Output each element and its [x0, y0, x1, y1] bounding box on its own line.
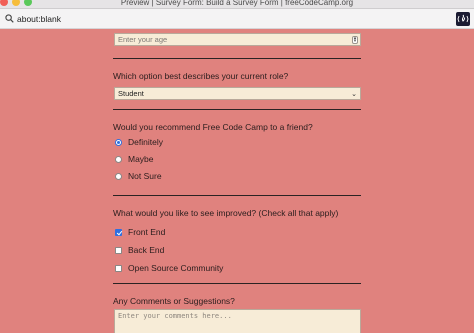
- role-select[interactable]: Student ⌄: [114, 87, 361, 100]
- checkbox[interactable]: [115, 246, 122, 254]
- improve-option-front-end[interactable]: Front End: [115, 226, 165, 238]
- search-icon: [5, 14, 14, 23]
- chevron-down-icon: ⌄: [351, 91, 357, 98]
- number-spinner[interactable]: ▴ ▾: [352, 36, 358, 44]
- recommend-option-definitely[interactable]: Definitely: [115, 136, 163, 148]
- window-title: Preview | Survey Form: Build a Survey Fo…: [120, 0, 354, 7]
- section-divider: [113, 283, 361, 284]
- recommend-question: Would you recommend Free Code Camp to a …: [113, 122, 313, 132]
- improve-option-back-end[interactable]: Back End: [115, 244, 164, 256]
- improve-question: What would you like to see improved? (Ch…: [113, 208, 339, 218]
- section-divider: [113, 195, 361, 196]
- section-divider: [113, 109, 361, 110]
- section-divider: [113, 58, 361, 59]
- survey-form: Enter your age ▴ ▾ Which option best desc…: [113, 29, 361, 333]
- role-select-value: Student: [118, 89, 144, 98]
- url-text[interactable]: about:blank: [17, 13, 61, 25]
- option-label: Back End: [128, 245, 165, 255]
- option-label: Definitely: [128, 137, 163, 147]
- option-label: Open Source Community: [128, 263, 224, 273]
- comments-textarea[interactable]: Enter your comments here...: [114, 309, 361, 333]
- comments-question: Any Comments or Suggestions?: [113, 296, 235, 306]
- address-bar[interactable]: about:blank: [0, 9, 474, 29]
- recommend-option-not-sure[interactable]: Not Sure: [115, 170, 162, 182]
- recommend-option-maybe[interactable]: Maybe: [115, 153, 154, 165]
- age-input[interactable]: Enter your age ▴ ▾: [114, 33, 361, 46]
- option-label: Front End: [128, 227, 166, 237]
- radio-button[interactable]: [115, 138, 122, 146]
- window-titlebar: Preview | Survey Form: Build a Survey Fo…: [0, 0, 474, 9]
- comments-placeholder: Enter your comments here...: [118, 312, 232, 320]
- radio-button[interactable]: [115, 172, 122, 180]
- option-label: Maybe: [128, 154, 154, 164]
- age-input-placeholder: Enter your age: [118, 35, 168, 44]
- radio-button[interactable]: [115, 155, 122, 163]
- checkbox[interactable]: [115, 264, 122, 272]
- freecodecamp-logo-icon: [456, 12, 470, 26]
- checkbox[interactable]: [115, 228, 122, 236]
- improve-option-open-source[interactable]: Open Source Community: [115, 262, 223, 274]
- option-label: Not Sure: [128, 171, 162, 181]
- role-question: Which option best describes your current…: [113, 71, 289, 81]
